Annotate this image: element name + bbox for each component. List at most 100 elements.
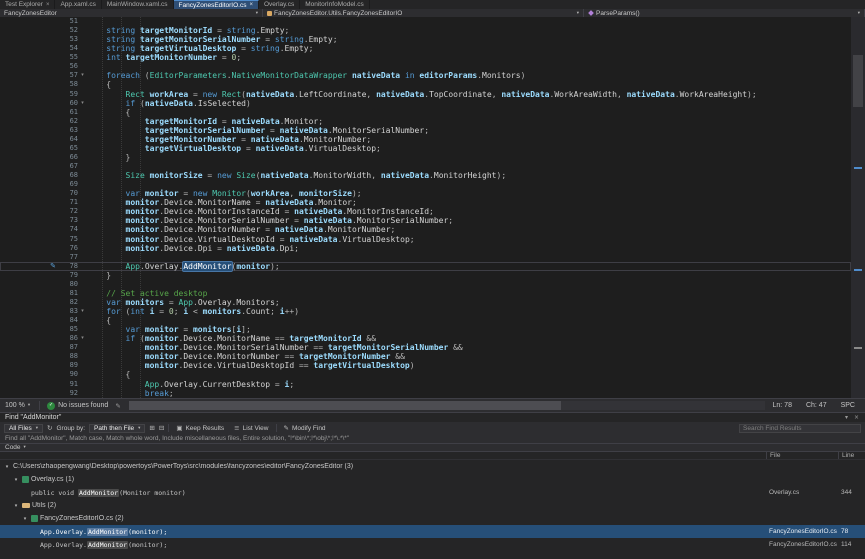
glyph-margin[interactable]: [0, 207, 60, 216]
fold-marker-icon[interactable]: ▾: [78, 99, 87, 108]
glyph-margin[interactable]: [0, 352, 60, 361]
glyph-margin[interactable]: [0, 380, 60, 389]
glyph-margin[interactable]: [0, 126, 60, 135]
code-line[interactable]: 66 }: [0, 153, 851, 162]
pencil-icon[interactable]: ✎: [0, 262, 60, 271]
close-icon[interactable]: ×: [46, 2, 50, 8]
nav-member-dropdown[interactable]: ParseParams() ▾: [584, 9, 865, 17]
code-line[interactable]: 87 monitor.Device.MonitorSerialNumber ==…: [0, 343, 851, 352]
collapse-all-icon[interactable]: ⊟: [159, 424, 164, 432]
editor-vertical-scrollbar[interactable]: [851, 17, 865, 398]
glyph-margin[interactable]: [0, 35, 60, 44]
glyph-margin[interactable]: [0, 361, 60, 370]
expand-all-icon[interactable]: ⊞: [149, 424, 154, 432]
glyph-margin[interactable]: [0, 289, 60, 298]
result-row[interactable]: ▾FancyZonesEditorIO.cs (2): [0, 512, 865, 525]
group-by-dropdown[interactable]: Path then File ▾: [89, 424, 145, 433]
keep-results-toggle[interactable]: ▣ Keep Results: [173, 424, 227, 433]
zoom-dropdown[interactable]: 100 % ▾: [0, 402, 35, 409]
glyph-margin[interactable]: [0, 334, 60, 343]
expander-icon[interactable]: ▾: [12, 477, 20, 483]
glyph-margin[interactable]: [0, 144, 60, 153]
code-line[interactable]: 92 break;: [0, 389, 851, 398]
code-line[interactable]: 59 Rect workArea = new Rect(nativeData.L…: [0, 90, 851, 99]
glyph-margin[interactable]: [0, 316, 60, 325]
glyph-margin[interactable]: [0, 162, 60, 171]
scrollbar-thumb[interactable]: [129, 401, 561, 410]
glyph-margin[interactable]: [0, 325, 60, 334]
close-icon[interactable]: ×: [249, 2, 253, 8]
code-line[interactable]: 91 App.Overlay.CurrentDesktop = i;: [0, 380, 851, 389]
code-line[interactable]: 61 {: [0, 108, 851, 117]
code-line[interactable]: 57▾ foreach (EditorParameters.NativeMoni…: [0, 71, 851, 80]
repeat-find-icon[interactable]: ↻: [47, 424, 52, 432]
glyph-margin[interactable]: [0, 216, 60, 225]
editor-horizontal-scrollbar[interactable]: [129, 401, 765, 410]
glyph-margin[interactable]: [0, 180, 60, 189]
health-indicator[interactable]: ✓ No issues found: [44, 402, 111, 410]
glyph-margin[interactable]: [0, 135, 60, 144]
code-line[interactable]: 82 var monitors = App.Overlay.Monitors;: [0, 298, 851, 307]
tab-app-xaml-cs[interactable]: App.xaml.cs: [55, 0, 101, 9]
tab-monitorinfomodel-cs[interactable]: MonitorInfoModel.cs: [300, 0, 370, 9]
code-line[interactable]: 89 monitor.Device.VirtualDesktopId == ta…: [0, 361, 851, 370]
glyph-margin[interactable]: [0, 44, 60, 53]
code-line[interactable]: 53 string targetMonitorSerialNumber = st…: [0, 35, 851, 44]
code-line[interactable]: 68 Size monitorSize = new Size(nativeDat…: [0, 171, 851, 180]
nav-type-dropdown[interactable]: FancyZonesEditor.Utils.FancyZonesEditorI…: [263, 9, 584, 17]
code-line[interactable]: 75 monitor.Device.VirtualDesktopId = nat…: [0, 235, 851, 244]
code-line[interactable]: 77: [0, 253, 851, 262]
search-find-results-input[interactable]: [739, 424, 861, 433]
glyph-margin[interactable]: [0, 343, 60, 352]
glyph-margin[interactable]: [0, 253, 60, 262]
code-line[interactable]: 54 string targetVirtualDesktop = string.…: [0, 44, 851, 53]
code-line[interactable]: 55 int targetMonitorNumber = 0;: [0, 53, 851, 62]
fold-marker-icon[interactable]: ▾: [78, 307, 87, 316]
code-line[interactable]: ✎78 App.Overlay.AddMonitor(monitor);: [0, 262, 851, 271]
pencil-icon[interactable]: ✎: [115, 402, 120, 410]
glyph-margin[interactable]: [0, 370, 60, 379]
glyph-margin[interactable]: [0, 99, 60, 108]
result-row[interactable]: ▾C:\Users\zhaopengwang\Desktop\powertoys…: [0, 460, 865, 473]
code-line[interactable]: 74 monitor.Device.MonitorNumber = native…: [0, 225, 851, 234]
close-icon[interactable]: ×: [854, 414, 859, 421]
scrollbar-thumb[interactable]: [853, 55, 863, 107]
window-menu-icon[interactable]: ▾: [845, 414, 848, 421]
code-line[interactable]: 80: [0, 280, 851, 289]
code-line[interactable]: 85 var monitor = monitors[i];: [0, 325, 851, 334]
list-view-toggle[interactable]: ≡ List View: [231, 424, 271, 433]
code-line[interactable]: 90 {: [0, 370, 851, 379]
fold-marker-icon[interactable]: ▾: [78, 334, 87, 343]
tab-fancyzoneseditorio-cs[interactable]: FancyZonesEditorIO.cs×: [174, 0, 259, 9]
code-line[interactable]: 52 string targetMonitorId = string.Empty…: [0, 26, 851, 35]
glyph-margin[interactable]: [0, 244, 60, 253]
code-line[interactable]: 65 targetVirtualDesktop = nativeData.Vir…: [0, 144, 851, 153]
column-header-line[interactable]: Line: [838, 452, 865, 459]
expander-icon[interactable]: ▾: [21, 516, 29, 522]
column-header-file[interactable]: File: [766, 452, 838, 459]
result-row[interactable]: ▾Overlay.cs (1): [0, 473, 865, 486]
code-line[interactable]: 76 monitor.Device.Dpi = nativeData.Dpi;: [0, 244, 851, 253]
code-line[interactable]: 60▾ if (nativeData.IsSelected): [0, 99, 851, 108]
glyph-margin[interactable]: [0, 280, 60, 289]
code-editor[interactable]: 5152 string targetMonitorId = string.Emp…: [0, 17, 851, 398]
glyph-margin[interactable]: [0, 171, 60, 180]
code-line[interactable]: 58 {: [0, 80, 851, 89]
glyph-margin[interactable]: [0, 198, 60, 207]
result-row[interactable]: public void AddMonitor(Monitor monitor)O…: [0, 486, 865, 499]
code-line[interactable]: 71 monitor.Device.MonitorName = nativeDa…: [0, 198, 851, 207]
code-line[interactable]: 67: [0, 162, 851, 171]
find-results-tree[interactable]: ▾C:\Users\zhaopengwang\Desktop\powertoys…: [0, 460, 865, 559]
result-row[interactable]: App.Overlay.AddMonitor(monitor);FancyZon…: [0, 525, 865, 538]
code-line[interactable]: 63 targetMonitorSerialNumber = nativeDat…: [0, 126, 851, 135]
fold-marker-icon[interactable]: ▾: [78, 71, 87, 80]
glyph-margin[interactable]: [0, 71, 60, 80]
expander-icon[interactable]: ▾: [12, 503, 20, 509]
modify-find-button[interactable]: ✎ Modify Find: [281, 424, 329, 433]
expander-icon[interactable]: ▾: [3, 464, 11, 470]
scope-dropdown[interactable]: All Files ▾: [4, 424, 43, 433]
glyph-margin[interactable]: [0, 389, 60, 398]
content-type-filter-dropdown[interactable]: Code ▾: [0, 443, 865, 451]
glyph-margin[interactable]: [0, 307, 60, 316]
glyph-margin[interactable]: [0, 62, 60, 71]
